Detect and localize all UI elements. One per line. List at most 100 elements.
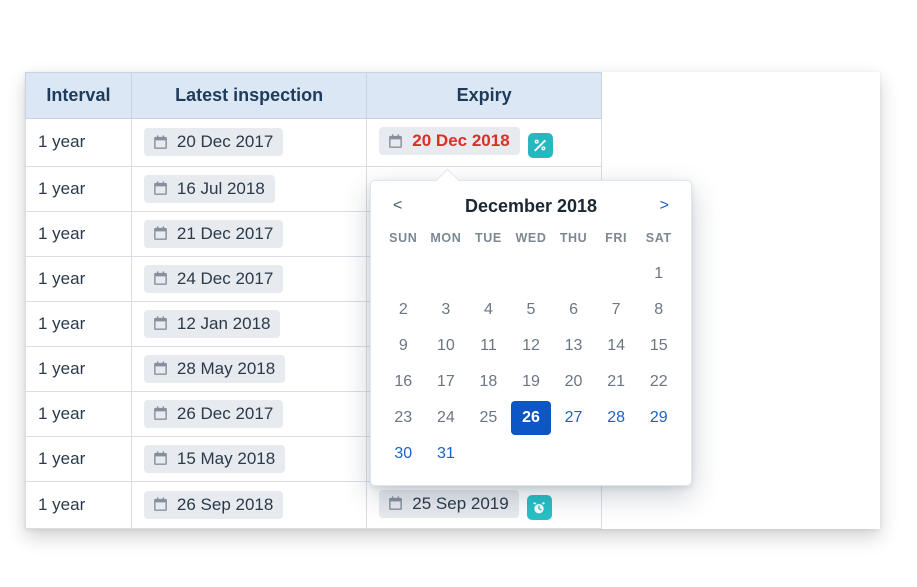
day-cell[interactable]: 26 (511, 401, 552, 435)
calendar-icon (387, 133, 404, 150)
day-empty (511, 257, 552, 291)
day-cell[interactable]: 21 (596, 365, 637, 399)
date-text: 15 May 2018 (177, 449, 275, 469)
day-cell[interactable]: 30 (383, 437, 424, 471)
date-text: 20 Dec 2017 (177, 132, 273, 152)
day-cell[interactable]: 11 (468, 329, 509, 363)
dow-label: FRI (596, 225, 637, 255)
day-cell[interactable]: 15 (638, 329, 679, 363)
day-cell[interactable]: 10 (426, 329, 467, 363)
table-row: 1 year20 Dec 201720 Dec 2018 (26, 119, 602, 167)
date-chip[interactable]: 20 Dec 2017 (144, 128, 283, 156)
cell-interval: 1 year (26, 436, 132, 481)
next-month-button[interactable]: > (654, 195, 675, 217)
date-text: 12 Jan 2018 (177, 314, 271, 334)
clock-icon (527, 495, 552, 520)
day-cell[interactable]: 16 (383, 365, 424, 399)
dow-label: TUE (468, 225, 509, 255)
cell-latest: 20 Dec 2017 (131, 119, 366, 167)
cell-interval: 1 year (26, 346, 132, 391)
day-empty (383, 257, 424, 291)
day-cell[interactable]: 25 (468, 401, 509, 435)
dow-label: SUN (383, 225, 424, 255)
day-cell[interactable]: 12 (511, 329, 552, 363)
day-cell[interactable]: 4 (468, 293, 509, 327)
cell-interval: 1 year (26, 481, 132, 529)
day-cell[interactable]: 31 (426, 437, 467, 471)
date-chip[interactable]: 15 May 2018 (144, 445, 285, 473)
calendar-icon (387, 495, 404, 512)
day-cell[interactable]: 6 (553, 293, 594, 327)
day-cell[interactable]: 1 (638, 257, 679, 291)
date-chip[interactable]: 16 Jul 2018 (144, 175, 275, 203)
date-text: 24 Dec 2017 (177, 269, 273, 289)
dow-label: SAT (638, 225, 679, 255)
calendar-icon (152, 225, 169, 242)
day-cell[interactable]: 29 (638, 401, 679, 435)
calendar-icon (152, 450, 169, 467)
day-cell[interactable]: 2 (383, 293, 424, 327)
day-cell[interactable]: 9 (383, 329, 424, 363)
day-cell[interactable]: 28 (596, 401, 637, 435)
dow-label: MON (426, 225, 467, 255)
date-text: 26 Dec 2017 (177, 404, 273, 424)
day-empty (596, 257, 637, 291)
date-chip[interactable]: 26 Dec 2017 (144, 400, 283, 428)
date-chip[interactable]: 28 May 2018 (144, 355, 285, 383)
calendar-icon (152, 180, 169, 197)
date-chip[interactable]: 20 Dec 2018 (379, 127, 519, 155)
calendar-icon (152, 405, 169, 422)
day-empty (468, 257, 509, 291)
day-cell[interactable]: 18 (468, 365, 509, 399)
cell-latest: 16 Jul 2018 (131, 166, 366, 211)
day-cell[interactable]: 22 (638, 365, 679, 399)
date-text: 28 May 2018 (177, 359, 275, 379)
date-text: 25 Sep 2019 (412, 494, 508, 514)
col-expiry: Expiry (367, 73, 602, 119)
col-interval: Interval (26, 73, 132, 119)
day-cell[interactable]: 14 (596, 329, 637, 363)
percent-icon (528, 133, 553, 158)
datepicker-title: December 2018 (465, 196, 597, 217)
day-cell[interactable]: 24 (426, 401, 467, 435)
col-latest: Latest inspection (131, 73, 366, 119)
cell-latest: 24 Dec 2017 (131, 256, 366, 301)
day-cell[interactable]: 27 (553, 401, 594, 435)
cell-latest: 21 Dec 2017 (131, 211, 366, 256)
day-cell[interactable]: 3 (426, 293, 467, 327)
cell-interval: 1 year (26, 391, 132, 436)
cell-latest: 26 Sep 2018 (131, 481, 366, 529)
date-text: 20 Dec 2018 (412, 131, 509, 151)
date-chip[interactable]: 25 Sep 2019 (379, 490, 518, 518)
day-cell[interactable]: 5 (511, 293, 552, 327)
date-chip[interactable]: 12 Jan 2018 (144, 310, 281, 338)
day-cell[interactable]: 17 (426, 365, 467, 399)
day-cell[interactable]: 20 (553, 365, 594, 399)
date-chip[interactable]: 24 Dec 2017 (144, 265, 283, 293)
day-cell[interactable]: 23 (383, 401, 424, 435)
calendar-icon (152, 360, 169, 377)
table-row: 1 year 26 Sep 2018 25 Sep 2019 (26, 481, 602, 529)
cell-latest: 26 Dec 2017 (131, 391, 366, 436)
day-cell[interactable]: 13 (553, 329, 594, 363)
cell-interval: 1 year (26, 211, 132, 256)
day-cell[interactable]: 19 (511, 365, 552, 399)
date-text: 16 Jul 2018 (177, 179, 265, 199)
date-text: 21 Dec 2017 (177, 224, 273, 244)
date-chip[interactable]: 21 Dec 2017 (144, 220, 283, 248)
datepicker-grid: SUNMONTUEWEDTHUFRISAT1234567891011121314… (383, 225, 679, 471)
day-cell[interactable]: 8 (638, 293, 679, 327)
cell-latest: 28 May 2018 (131, 346, 366, 391)
dow-label: WED (511, 225, 552, 255)
date-chip[interactable]: 26 Sep 2018 (144, 491, 283, 519)
dow-label: THU (553, 225, 594, 255)
cell-expiry: 25 Sep 2019 (367, 481, 602, 529)
cell-expiry: 20 Dec 2018 (367, 119, 602, 167)
prev-month-button[interactable]: < (387, 195, 408, 217)
day-cell[interactable]: 7 (596, 293, 637, 327)
date-picker-popover: < December 2018 > SUNMONTUEWEDTHUFRISAT1… (370, 180, 692, 486)
cell-interval: 1 year (26, 166, 132, 211)
cell-interval: 1 year (26, 301, 132, 346)
date-text: 26 Sep 2018 (177, 495, 273, 515)
cell-interval: 1 year (26, 256, 132, 301)
